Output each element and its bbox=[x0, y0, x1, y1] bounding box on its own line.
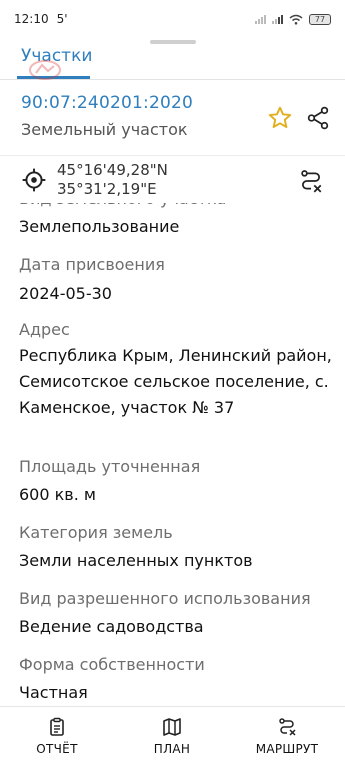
detail-value: 600 кв. м bbox=[19, 485, 96, 504]
share-icon[interactable] bbox=[305, 105, 331, 131]
bottom-nav: ОТЧЁТ ПЛАН МАРШРУТ bbox=[0, 706, 345, 767]
wifi-icon bbox=[289, 14, 303, 25]
nav-report-label: ОТЧЁТ bbox=[36, 742, 78, 756]
signal-icon bbox=[255, 14, 266, 24]
coordinate-latitude[interactable]: 45°16'49,28"N bbox=[57, 161, 168, 179]
detail-label: Адрес bbox=[19, 320, 70, 339]
detail-value: Ведение садоводства bbox=[19, 617, 204, 636]
detail-value: Республика Крым, Ленинский район, Семисо… bbox=[19, 346, 332, 417]
cadastral-number[interactable]: 90:07:240201:2020 bbox=[21, 93, 193, 113]
detail-label: Форма собственности bbox=[19, 655, 205, 674]
status-time: 12:10 bbox=[14, 12, 49, 26]
detail-label: Категория земель bbox=[19, 523, 173, 542]
detail-value: Земли населенных пунктов bbox=[19, 551, 253, 570]
detail-value: 2024-05-30 bbox=[19, 284, 112, 303]
battery-icon: 77 bbox=[309, 13, 331, 25]
status-indicator: 5' bbox=[56, 12, 68, 26]
route-icon bbox=[279, 718, 296, 736]
nav-plan-label: ПЛАН bbox=[153, 742, 191, 756]
detail-label: Площадь уточненная bbox=[19, 457, 201, 476]
detail-label: Дата присвоения bbox=[19, 255, 165, 274]
nav-route-button[interactable]: МАРШРУТ bbox=[242, 717, 332, 756]
status-bar: 12:10 5' 77 bbox=[0, 0, 345, 38]
nav-plan-button[interactable]: ПЛАН bbox=[127, 717, 217, 756]
crosshair-icon[interactable] bbox=[21, 167, 47, 193]
detail-label: Вид разрешенного использования bbox=[19, 589, 311, 608]
coordinate-longitude[interactable]: 35°31'2,19"E bbox=[57, 180, 157, 198]
detail-value: Частная bbox=[19, 683, 88, 702]
map-icon bbox=[163, 718, 181, 736]
nav-report-button[interactable]: ОТЧЁТ bbox=[12, 717, 102, 756]
detail-value: Землепользование bbox=[19, 217, 180, 236]
coordinates-bar: 45°16'49,28"N 35°31'2,19"E bbox=[0, 155, 345, 203]
favorite-star-icon[interactable] bbox=[267, 105, 293, 131]
signal-icon bbox=[272, 14, 283, 24]
route-clear-icon[interactable] bbox=[298, 168, 324, 194]
parcel-details: Вид земельного участка Землепользование … bbox=[0, 187, 345, 705]
nav-route-label: МАРШРУТ bbox=[255, 742, 319, 756]
report-icon bbox=[50, 717, 64, 736]
watermark-logo bbox=[29, 60, 61, 80]
parcel-type: Земельный участок bbox=[21, 120, 188, 139]
